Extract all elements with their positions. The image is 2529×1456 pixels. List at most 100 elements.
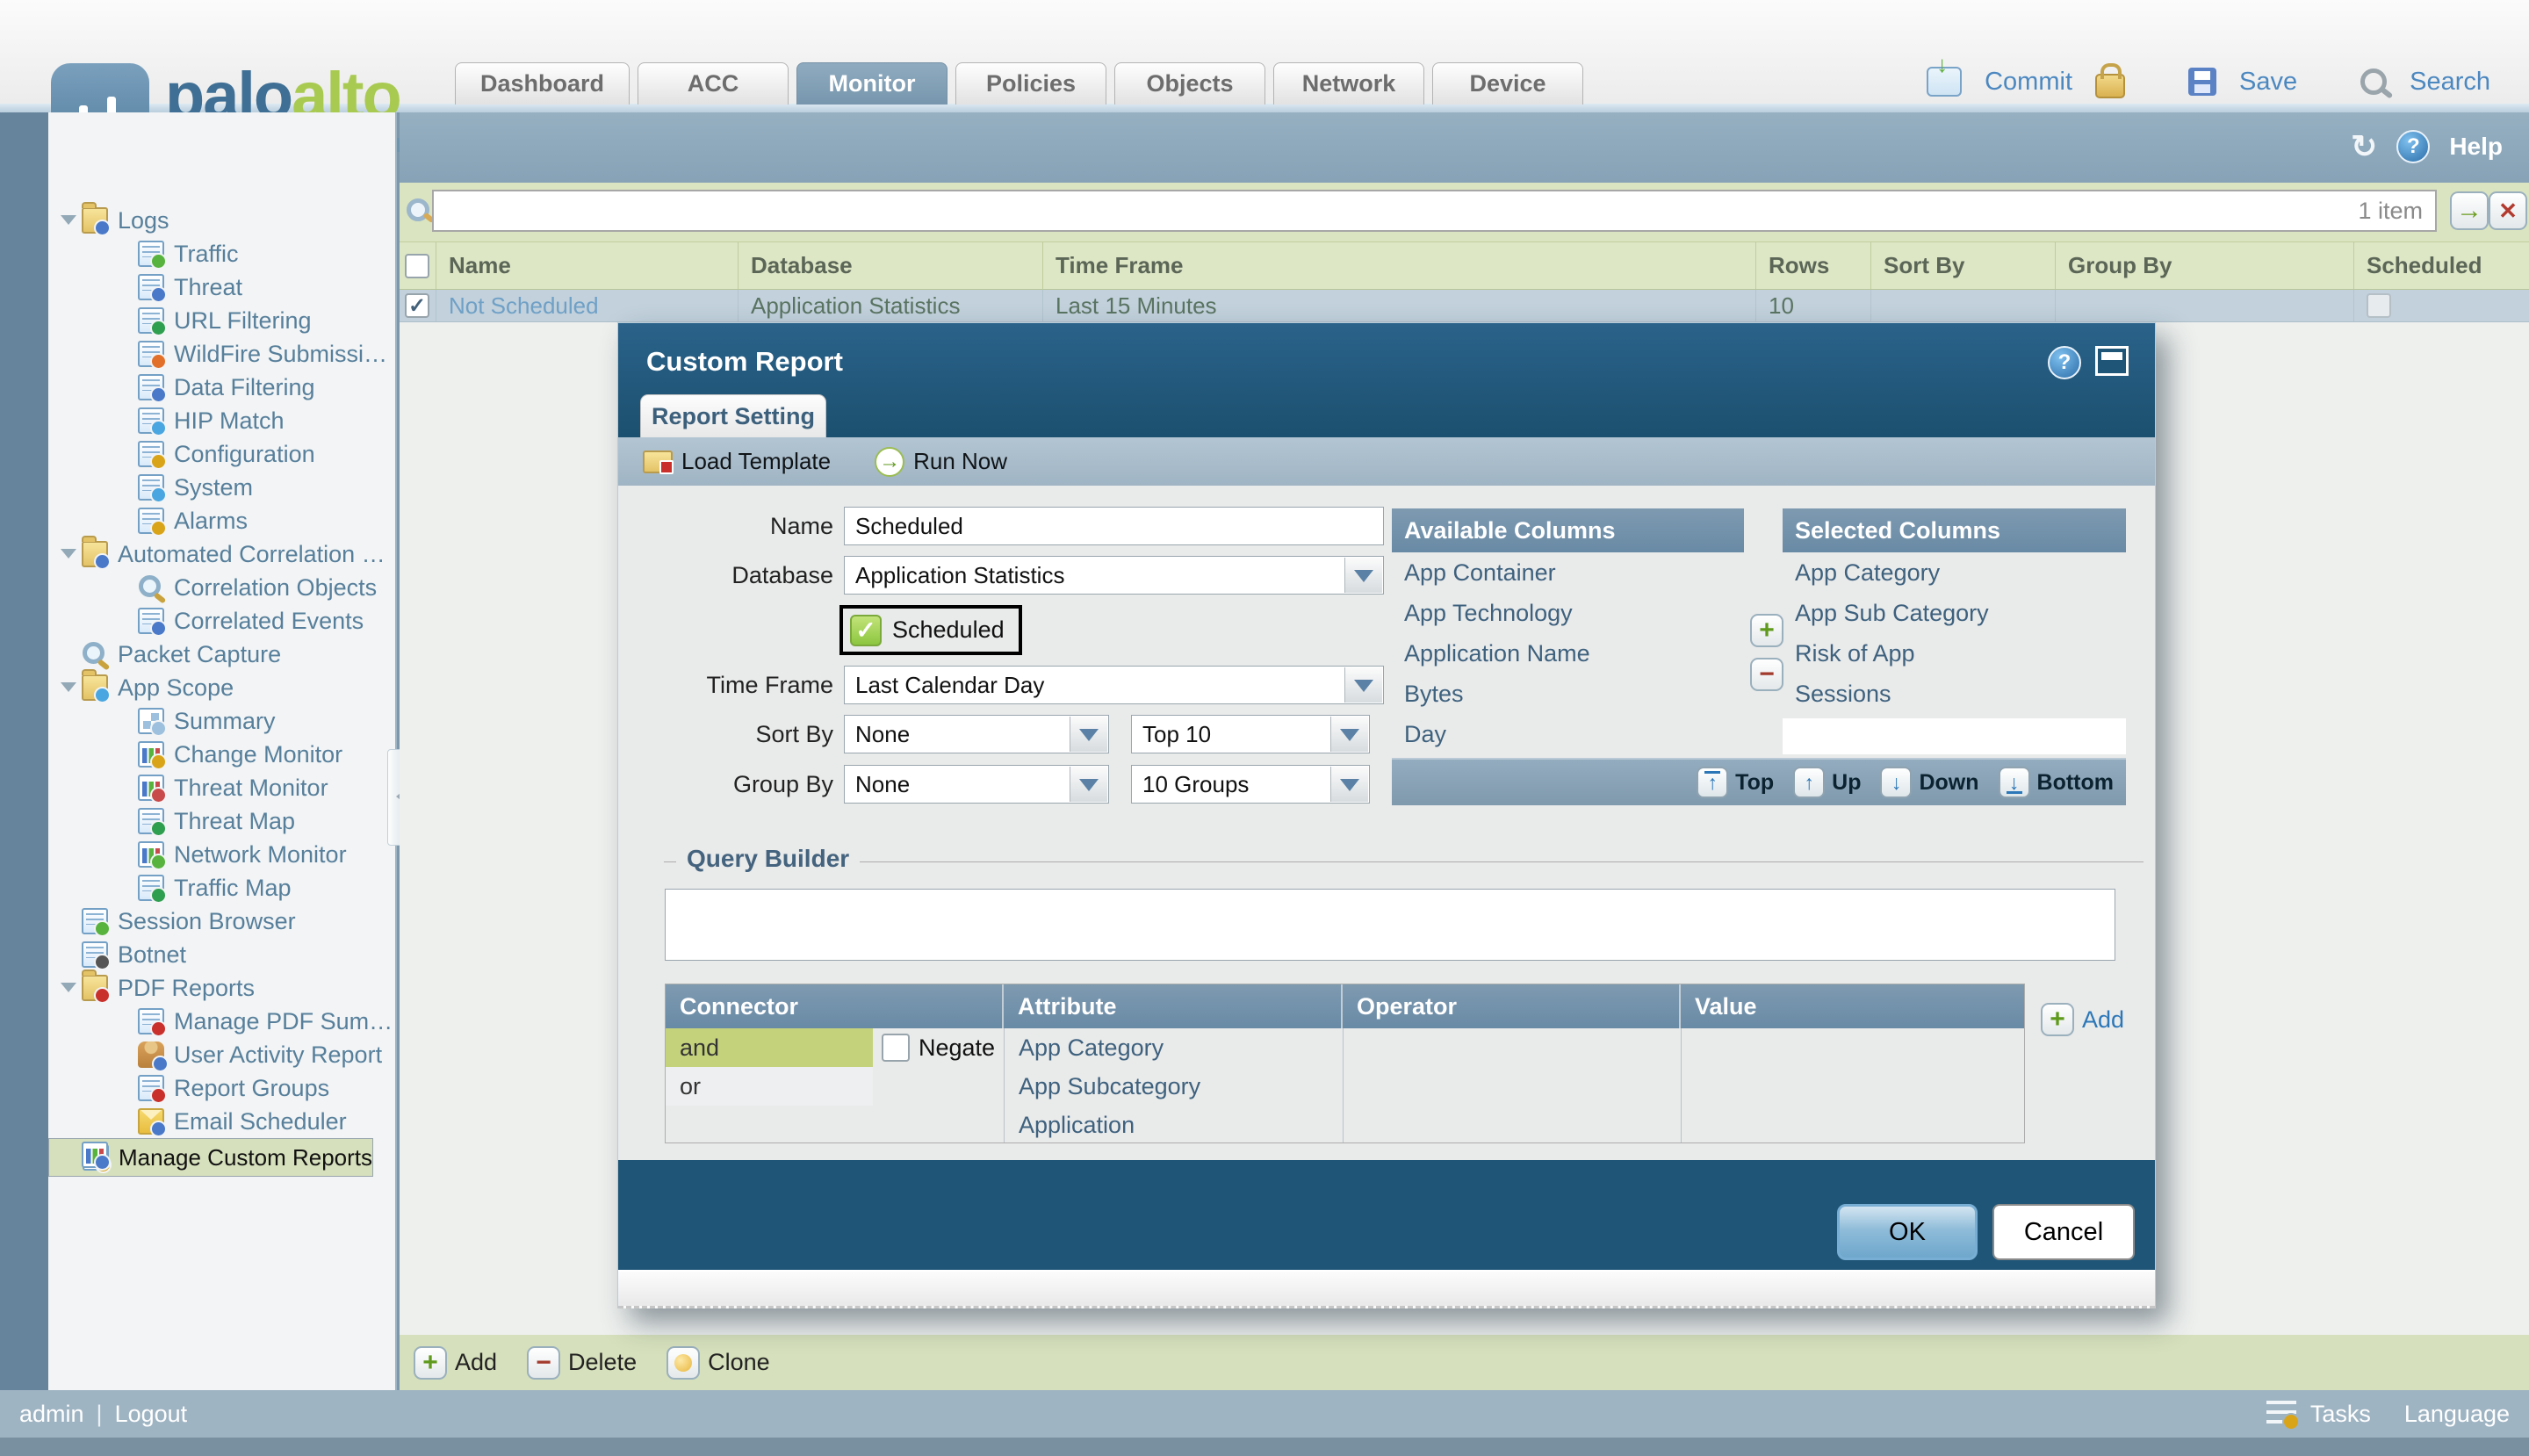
column-header-group-by[interactable]: Group By xyxy=(2056,242,2354,289)
attribute-option[interactable]: Application xyxy=(1005,1106,1343,1144)
select-all-checkbox[interactable] xyxy=(405,254,429,278)
sidebar-item[interactable]: Network Monitor xyxy=(48,838,395,871)
search-button[interactable]: Search xyxy=(2410,68,2490,97)
save-button[interactable]: Save xyxy=(2239,68,2297,97)
sidebar-item[interactable]: Manage PDF Summary xyxy=(48,1005,395,1038)
add-report-button[interactable]: +Add xyxy=(414,1346,497,1380)
lock-icon[interactable] xyxy=(2095,74,2125,98)
logout-link[interactable]: Logout xyxy=(115,1401,188,1428)
column-header-rows[interactable]: Rows xyxy=(1756,242,1871,289)
dialog-help-icon[interactable]: ? xyxy=(2048,346,2081,379)
sidebar-item[interactable]: Data Filtering xyxy=(48,371,395,404)
nav-tab[interactable]: Policies xyxy=(955,62,1106,105)
sidebar-item[interactable]: Traffic xyxy=(48,237,395,270)
database-select[interactable]: Application Statistics xyxy=(844,556,1384,595)
nav-tab[interactable]: Objects xyxy=(1114,62,1265,105)
query-textarea[interactable] xyxy=(665,889,2115,961)
time-frame-select[interactable]: Last Calendar Day xyxy=(844,666,1384,704)
column-header-time-frame[interactable]: Time Frame xyxy=(1043,242,1756,289)
nav-tab[interactable]: ACC xyxy=(638,62,789,105)
clone-report-button[interactable]: Clone xyxy=(666,1346,770,1380)
sidebar-item[interactable]: App Scope xyxy=(48,671,395,704)
row-checkbox[interactable]: ✓ xyxy=(405,293,429,318)
chevron-down-icon[interactable] xyxy=(1344,667,1382,703)
selected-columns-input-row[interactable] xyxy=(1783,718,2126,754)
sort-by-select[interactable]: None xyxy=(844,715,1109,753)
available-column-item[interactable]: Day xyxy=(1392,714,1744,754)
nav-tab[interactable]: Dashboard xyxy=(455,62,630,105)
sidebar-item[interactable]: User Activity Report xyxy=(48,1038,395,1071)
commit-button[interactable]: Commit xyxy=(1985,68,2072,97)
scheduled-checkbox[interactable]: ✓ xyxy=(850,615,882,646)
apply-filter-button[interactable]: → xyxy=(2450,191,2489,230)
sidebar-item[interactable]: PDF Reports xyxy=(48,971,395,1005)
filter-input[interactable]: 1 item xyxy=(432,190,2437,232)
selected-column-item[interactable]: Sessions xyxy=(1783,674,2126,714)
dialog-restore-icon[interactable] xyxy=(2095,346,2129,376)
available-column-item[interactable]: App Technology xyxy=(1392,593,1744,633)
chevron-down-icon[interactable] xyxy=(1070,717,1107,752)
sidebar-item[interactable]: Alarms xyxy=(48,504,395,537)
sidebar-item[interactable]: Report Groups xyxy=(48,1071,395,1105)
sidebar-item[interactable]: Logs xyxy=(48,204,395,237)
report-table-row[interactable]: ✓ Not Scheduled Application Statistics L… xyxy=(400,290,2529,322)
order-button[interactable]: ↓Down xyxy=(1880,767,1978,798)
group-by-limit-select[interactable]: 10 Groups xyxy=(1131,765,1370,804)
tasks-button[interactable]: Tasks xyxy=(2310,1401,2371,1428)
run-now-button[interactable]: →Run Now xyxy=(875,447,1007,477)
selected-column-item[interactable]: App Sub Category xyxy=(1783,593,2126,633)
row-scheduled-checkbox[interactable] xyxy=(2367,293,2391,318)
sidebar-item[interactable]: WildFire Submissions xyxy=(48,337,395,371)
nav-tab[interactable]: Device xyxy=(1432,62,1583,105)
delete-report-button[interactable]: −Delete xyxy=(527,1346,637,1380)
clear-filter-button[interactable]: ✕ xyxy=(2489,191,2527,230)
report-name-link[interactable]: Not Scheduled xyxy=(436,290,739,321)
help-icon[interactable]: ? xyxy=(2396,130,2430,163)
sidebar-item[interactable]: Correlated Events xyxy=(48,604,395,638)
connector-and-option[interactable]: and xyxy=(666,1028,873,1067)
tab-report-setting[interactable]: Report Setting xyxy=(640,394,826,437)
chevron-down-icon[interactable] xyxy=(1330,717,1368,752)
qb-add-button[interactable]: +Add xyxy=(2041,1003,2124,1036)
ok-button[interactable]: OK xyxy=(1837,1204,1978,1260)
sidebar-item[interactable]: Threat Map xyxy=(48,804,395,838)
column-header-sort-by[interactable]: Sort By xyxy=(1871,242,2056,289)
sidebar-item[interactable]: Automated Correlation Engine xyxy=(48,537,395,571)
attribute-option[interactable]: App Subcategory xyxy=(1005,1067,1343,1106)
order-button[interactable]: ↑Up xyxy=(1793,767,1861,798)
sidebar-item[interactable]: URL Filtering xyxy=(48,304,395,337)
sidebar-item[interactable]: Change Monitor xyxy=(48,738,395,771)
sidebar-item[interactable]: Threat Monitor xyxy=(48,771,395,804)
sidebar-item[interactable]: Session Browser xyxy=(48,905,395,938)
sidebar-item[interactable]: Threat xyxy=(48,270,395,304)
sidebar-item[interactable]: Correlation Objects xyxy=(48,571,395,604)
selected-column-item[interactable]: App Category xyxy=(1783,552,2126,593)
add-column-button[interactable]: + xyxy=(1750,614,1783,647)
order-button[interactable]: ↓Bottom xyxy=(1999,767,2114,798)
nav-tab[interactable]: Monitor xyxy=(796,62,947,105)
order-button[interactable]: ↑Top xyxy=(1697,767,1774,798)
dialog-resize-strip[interactable] xyxy=(618,1270,2155,1308)
sidebar-item[interactable]: Email Scheduler xyxy=(48,1105,395,1138)
negate-checkbox[interactable] xyxy=(882,1034,910,1062)
column-header-database[interactable]: Database xyxy=(739,242,1043,289)
name-field[interactable]: Scheduled xyxy=(844,507,1384,545)
available-column-item[interactable]: Application Name xyxy=(1392,633,1744,674)
sidebar-item[interactable]: Configuration xyxy=(48,437,395,471)
nav-tab[interactable]: Network xyxy=(1273,62,1424,105)
remove-column-button[interactable]: − xyxy=(1750,658,1783,691)
sidebar-item[interactable]: System xyxy=(48,471,395,504)
selected-column-item[interactable]: Risk of App xyxy=(1783,633,2126,674)
available-column-item[interactable]: Bytes xyxy=(1392,674,1744,714)
attribute-option[interactable]: App Category xyxy=(1005,1028,1343,1067)
cancel-button[interactable]: Cancel xyxy=(1992,1204,2135,1260)
help-label[interactable]: Help xyxy=(2449,133,2503,161)
refresh-icon[interactable]: ↻ xyxy=(2351,131,2377,162)
group-by-select[interactable]: None xyxy=(844,765,1109,804)
chevron-down-icon[interactable] xyxy=(1344,558,1382,593)
load-template-button[interactable]: Load Template xyxy=(643,448,831,475)
column-header-name[interactable]: Name xyxy=(436,242,739,289)
column-header-scheduled[interactable]: Scheduled xyxy=(2354,242,2529,289)
connector-or-option[interactable]: or xyxy=(666,1067,873,1106)
available-column-item[interactable]: App Container xyxy=(1392,552,1744,593)
